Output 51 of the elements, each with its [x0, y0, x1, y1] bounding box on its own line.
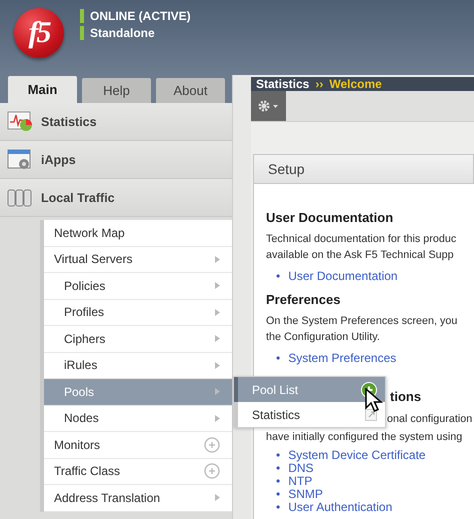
nav-section[interactable]: Local Traffic — [0, 179, 232, 217]
section-heading: tions — [390, 389, 422, 404]
breadcrumb-separator: ›› — [315, 77, 324, 91]
nav-section[interactable]: iApps — [0, 141, 232, 179]
link[interactable]: User Documentation — [288, 269, 398, 284]
external-link-icon[interactable] — [365, 408, 377, 420]
status-text: Standalone — [90, 26, 155, 40]
settings-button[interactable] — [251, 91, 286, 121]
paragraph-text: available on the Ask F5 Technical Supp — [266, 249, 454, 261]
nav-section[interactable]: Statistics — [0, 103, 232, 141]
bullet: • — [276, 350, 280, 365]
bullet: • — [276, 475, 280, 488]
bullet: • — [276, 501, 280, 514]
bullet: • — [276, 449, 280, 462]
breadcrumb-current: Welcome — [329, 77, 382, 91]
bullet: • — [276, 488, 280, 501]
tab[interactable]: Help — [82, 78, 151, 103]
paragraph-text: have initially configured the system using — [266, 431, 462, 443]
link[interactable]: System Device Certificate — [288, 449, 426, 462]
logo: f5 — [14, 8, 64, 58]
gear-icon — [258, 100, 280, 112]
link[interactable]: System Preferences — [288, 350, 396, 365]
section-heading: Preferences — [266, 292, 340, 306]
arrow-icon — [215, 335, 220, 342]
paragraph-text: Technical documentation for this produc — [266, 233, 456, 245]
arrow-icon — [215, 494, 220, 502]
arrow-icon — [215, 414, 220, 422]
arrow-icon — [215, 256, 220, 263]
status-text: ONLINE (ACTIVE) — [90, 9, 191, 23]
link[interactable]: DNS — [288, 462, 314, 475]
link[interactable]: SNMP — [288, 488, 323, 501]
menu-item[interactable]: Monitors — [44, 432, 232, 458]
chart-icon — [7, 110, 33, 134]
bullet: • — [276, 462, 280, 475]
arrow-icon — [215, 308, 220, 316]
tab[interactable]: About — [156, 78, 225, 103]
arrow-icon — [215, 388, 220, 396]
paragraph-text: On the System Preferences screen, you — [266, 314, 458, 326]
menu-item[interactable]: Traffic Class — [44, 458, 232, 485]
panel-title: Setup — [253, 154, 474, 184]
bullet: • — [276, 269, 280, 284]
paragraph-text: the Configuration Utility. — [266, 330, 380, 342]
arrow-icon — [215, 282, 220, 290]
window-gear-icon — [7, 148, 33, 172]
arrow-icon — [215, 362, 220, 369]
tab[interactable]: Main — [8, 76, 77, 103]
link[interactable]: NTP — [288, 475, 312, 488]
breadcrumb-link[interactable]: Statistics — [256, 77, 310, 91]
paragraph-text: onal configuration — [387, 413, 472, 425]
section-heading: User Documentation — [266, 210, 394, 225]
link[interactable]: User Authentication — [288, 501, 392, 514]
